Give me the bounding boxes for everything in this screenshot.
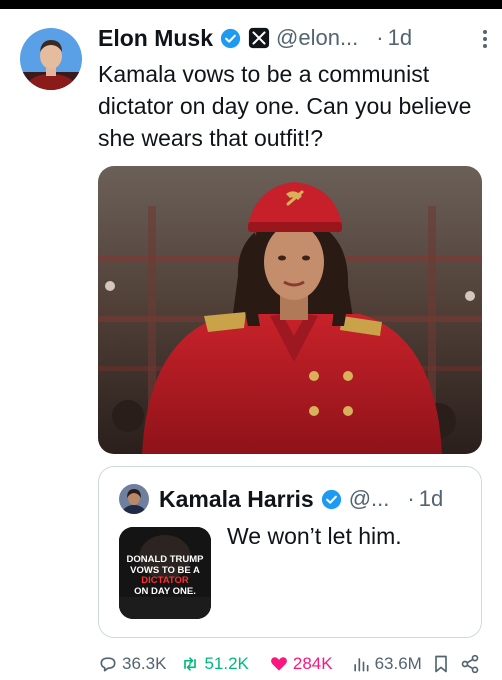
- heart-icon: [270, 657, 287, 671]
- repost-button[interactable]: 51.2K: [180, 654, 249, 674]
- quoted-tweet-header: Kamala Harris @... · 1d: [119, 483, 469, 515]
- bookmark-icon: [434, 655, 447, 673]
- bookmark-button[interactable]: [432, 654, 450, 674]
- thumbnail-line: DICTATOR: [141, 575, 189, 586]
- tweet-action-bar: 36.3K 51.2K 284K 63.6M: [98, 652, 482, 676]
- x-logo-icon: [248, 27, 270, 49]
- thumbnail-headline: DONALD TRUMP VOWS TO BE A DICTATOR ON DA…: [125, 554, 205, 597]
- thumbnail-line: DONALD TRUMP: [126, 554, 204, 565]
- quoted-timestamp[interactable]: 1d: [419, 486, 443, 512]
- quoted-header-separator: ·: [407, 486, 415, 511]
- tweet-timestamp[interactable]: 1d: [388, 25, 412, 51]
- author-handle[interactable]: @elon...: [276, 25, 358, 51]
- quoted-tweet-text: We won’t let him.: [227, 523, 402, 549]
- quoted-media-thumbnail[interactable]: DONALD TRUMP VOWS TO BE A DICTATOR ON DA…: [119, 527, 211, 619]
- reply-button[interactable]: 36.3K: [98, 654, 166, 674]
- header-separator: ·: [376, 25, 384, 50]
- views-icon: [353, 658, 369, 672]
- repost-count: 51.2K: [204, 654, 249, 673]
- views-button[interactable]: 63.6M: [351, 654, 422, 674]
- thumbnail-line: ON DAY ONE.: [134, 585, 196, 597]
- like-count: 284K: [292, 654, 333, 673]
- tweet-media-image[interactable]: [98, 166, 482, 454]
- views-count: 63.6M: [374, 654, 422, 673]
- tweet-text: Kamala vows to be a communist dictator o…: [98, 61, 472, 151]
- reply-icon: [100, 657, 116, 672]
- tweet-header: Elon Musk @elon... · 1d: [98, 22, 490, 54]
- quoted-author-avatar[interactable]: [119, 484, 149, 514]
- author-name[interactable]: Elon Musk: [98, 25, 213, 52]
- reply-count: 36.3K: [122, 654, 167, 673]
- share-button[interactable]: [460, 654, 480, 674]
- share-icon: [461, 654, 479, 674]
- quoted-author-name[interactable]: Kamala Harris: [159, 486, 314, 513]
- verified-badge-icon: [220, 28, 241, 48]
- repost-icon: [184, 657, 197, 671]
- verified-badge-icon: [321, 489, 341, 509]
- status-bar-strip: [0, 0, 502, 9]
- quoted-tweet-card[interactable]: Kamala Harris @... · 1d DONALD TRUMP VOW…: [98, 466, 482, 638]
- quoted-author-handle[interactable]: @...: [349, 486, 390, 512]
- author-avatar[interactable]: [20, 28, 82, 90]
- like-button[interactable]: 284K: [269, 654, 333, 674]
- more-vertical-icon[interactable]: [480, 28, 490, 50]
